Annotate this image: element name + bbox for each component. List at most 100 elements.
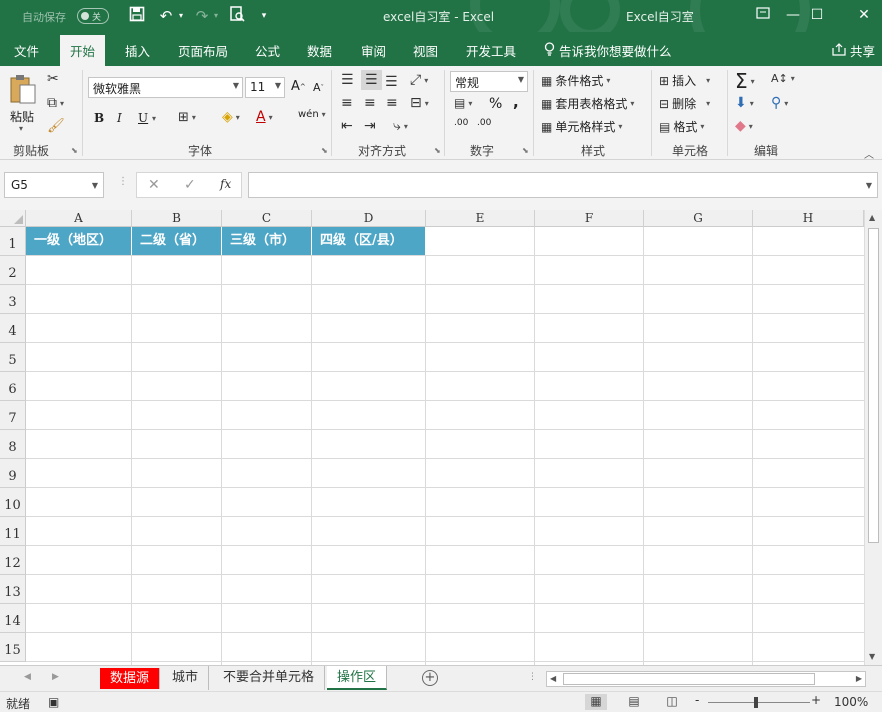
cell-styles-button[interactable]: ▦ 单元格样式 ▾ (541, 118, 622, 135)
zoom-slider-thumb[interactable] (754, 697, 758, 708)
font-launcher-icon[interactable]: ⬊ (321, 146, 328, 155)
undo-dropdown-icon[interactable]: ▾ (176, 6, 186, 26)
fill-color-icon[interactable]: ◈ ▾ (222, 109, 240, 125)
worksheet-grid[interactable]: ABCDEFGH 1 2 3 4 5 6 7 8 9 10 11 12 13 14 15 一级（地区） 二级（… (0, 210, 882, 665)
column-header[interactable]: D (312, 210, 426, 227)
tab-developer[interactable]: 开发工具 (466, 41, 516, 60)
select-all-button[interactable] (0, 210, 26, 227)
scroll-down-icon[interactable]: ▼ (869, 652, 875, 661)
phonetic-guide-icon[interactable]: wén ▾ (298, 109, 326, 120)
orientation-icon[interactable]: ⤢ ▾ (410, 72, 428, 88)
scroll-up-icon[interactable]: ▲ (869, 213, 875, 222)
borders-icon[interactable]: ⊞ ▾ (178, 110, 196, 125)
font-name-select[interactable]: 微软雅黑 ▼ (88, 77, 243, 98)
column-header[interactable]: A (26, 210, 132, 227)
zoom-in-button[interactable]: + (811, 693, 821, 707)
conditional-formatting-button[interactable]: ▦ 条件格式 ▾ (541, 72, 610, 89)
insert-cells-button[interactable]: ⊞ 插入 ▾ (659, 72, 710, 89)
align-center-icon[interactable]: ≡ (364, 95, 376, 111)
align-right-icon[interactable]: ≡ (386, 95, 398, 111)
tab-view[interactable]: 视图 (413, 41, 438, 60)
header-cell[interactable]: 三级（市） (222, 227, 312, 255)
row-header[interactable]: 10 (0, 488, 26, 517)
decrease-font-size-icon[interactable]: Aˇ (313, 81, 324, 94)
format-cells-button[interactable]: ▤ 格式 ▾ (659, 118, 704, 135)
font-color-icon[interactable]: A ▾ (256, 109, 273, 125)
percent-style-button[interactable]: % (489, 96, 502, 112)
cancel-icon[interactable]: ✕ (148, 177, 160, 193)
restore-button[interactable]: ☐ (806, 5, 828, 25)
top-align-icon[interactable]: ☰ (341, 72, 354, 88)
merge-center-icon[interactable]: ⊟ ▾ (410, 95, 429, 111)
header-cell[interactable]: 一级（地区） (26, 227, 132, 255)
wrap-text-icon[interactable]: ⤷ ▾ (393, 118, 408, 134)
tab-file[interactable]: 文件 (14, 41, 39, 60)
expand-formula-bar-icon[interactable]: ▼ (866, 181, 872, 190)
undo-icon[interactable]: ↶ (157, 6, 175, 26)
decrease-indent-icon[interactable]: ⇤ (341, 118, 353, 134)
clipboard-launcher-icon[interactable]: ⬊ (71, 146, 78, 155)
add-sheet-icon[interactable]: + (422, 670, 438, 686)
previous-sheet-icon[interactable]: ◀ (24, 672, 31, 682)
macro-record-icon[interactable]: ▣ (48, 695, 59, 709)
tab-home[interactable]: 开始 (60, 35, 106, 66)
collapse-ribbon-icon[interactable]: ︿ (864, 146, 874, 161)
bold-button[interactable]: B (94, 111, 104, 125)
row-header[interactable]: 1 (0, 227, 26, 256)
autosave-toggle[interactable]: 关 (77, 8, 109, 24)
middle-align-icon[interactable]: ☰ (361, 70, 382, 90)
sheet-tab-no-merge[interactable]: 不要合并单元格 (213, 666, 326, 690)
row-header[interactable]: 8 (0, 430, 26, 459)
accounting-format-icon[interactable]: ▤ ▾ (454, 96, 472, 110)
redo-icon[interactable]: ↷ (193, 6, 211, 26)
decrease-decimal-icon[interactable]: .00 (477, 118, 491, 128)
horizontal-scrollbar[interactable]: ◀ ▶ (546, 671, 866, 687)
row-header[interactable]: 5 (0, 343, 26, 372)
row-header[interactable]: 7 (0, 401, 26, 430)
delete-cells-button[interactable]: ⊟ 删除 ▾ (659, 95, 710, 112)
header-cell[interactable]: 二级（省） (132, 227, 222, 255)
enter-icon[interactable]: ✓ (184, 177, 196, 193)
copy-icon[interactable]: ⧉ ▾ (47, 95, 64, 111)
close-button[interactable]: ✕ (853, 5, 875, 25)
paste-dropdown-icon[interactable]: ▾ (19, 124, 23, 133)
format-as-table-button[interactable]: ▦ 套用表格格式 ▾ (541, 95, 634, 112)
ribbon-display-options-icon[interactable] (752, 5, 774, 25)
sheet-tab-workspace[interactable]: 操作区 (327, 666, 388, 690)
zoom-out-button[interactable]: - (695, 693, 699, 707)
account-name[interactable]: Excel自习室 (626, 8, 694, 25)
paste-icon[interactable] (8, 72, 40, 108)
bottom-align-icon[interactable]: ☰ (385, 74, 398, 90)
sheet-tab-data-source[interactable]: 数据源 (100, 668, 161, 689)
formula-bar-resize-handle[interactable]: ⋮ (118, 176, 128, 187)
comma-style-button[interactable]: , (513, 93, 519, 111)
tab-formulas[interactable]: 公式 (255, 41, 280, 60)
zoom-level[interactable]: 100% (834, 695, 868, 709)
paste-button[interactable]: 粘贴 (10, 108, 34, 125)
tab-data[interactable]: 数据 (307, 41, 332, 60)
row-header[interactable]: 4 (0, 314, 26, 343)
clear-icon[interactable]: ◆ ▾ (735, 118, 753, 134)
save-icon[interactable] (127, 6, 147, 26)
row-header[interactable]: 14 (0, 604, 26, 633)
row-header[interactable]: 12 (0, 546, 26, 575)
italic-button[interactable]: I (117, 111, 122, 125)
insert-function-button[interactable]: fx (220, 177, 231, 191)
row-header[interactable]: 2 (0, 256, 26, 285)
column-header[interactable]: E (426, 210, 535, 227)
row-header[interactable]: 6 (0, 372, 26, 401)
tab-review[interactable]: 审阅 (361, 41, 386, 60)
sort-filter-icon[interactable]: A↕ ▾ (771, 72, 795, 85)
underline-button[interactable]: U (138, 111, 148, 125)
column-header[interactable]: G (644, 210, 753, 227)
share-button[interactable]: 共享 (832, 41, 875, 60)
align-left-icon[interactable]: ≡ (341, 95, 353, 111)
page-break-preview-icon[interactable]: ◫ (661, 694, 683, 710)
next-sheet-icon[interactable]: ▶ (52, 672, 59, 682)
vertical-scroll-thumb[interactable] (868, 228, 879, 543)
column-header[interactable]: F (535, 210, 644, 227)
row-header[interactable]: 9 (0, 459, 26, 488)
row-header[interactable]: 13 (0, 575, 26, 604)
find-select-icon[interactable]: ⚲ ▾ (771, 95, 788, 111)
vertical-scrollbar[interactable]: ▲ ▼ (864, 210, 882, 665)
